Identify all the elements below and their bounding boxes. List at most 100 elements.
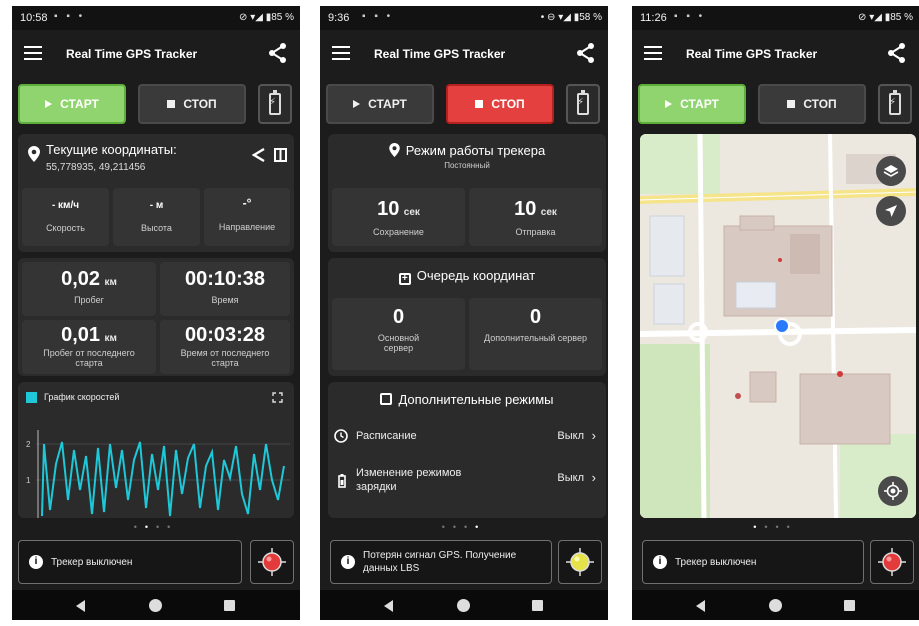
stop-label: СТОП <box>491 97 525 111</box>
main-server-tile: 0 Основной сервер <box>332 298 465 370</box>
share-icon[interactable] <box>268 42 288 64</box>
status-bar: 11:26 ▪ ▪ • ⊘ ▾◢ ▮85 % <box>632 6 919 30</box>
recents-icon[interactable] <box>224 600 235 611</box>
center-map-button[interactable] <box>878 476 908 506</box>
coordinates-card: Текущие координаты: 55,778935, 49,211456… <box>18 134 294 252</box>
speed-chart <box>36 430 290 518</box>
time-since-start-label: Время от последнего старта <box>180 348 270 368</box>
send-interval-tile[interactable]: 10 сек Отправка <box>469 188 602 246</box>
navigation-arrow-icon <box>885 205 897 217</box>
extra-modes-icon <box>380 393 393 405</box>
location-pin-icon <box>389 143 400 157</box>
recents-icon[interactable] <box>844 600 855 611</box>
start-label: СТАРТ <box>368 97 407 111</box>
back-icon[interactable] <box>696 600 705 612</box>
home-icon[interactable] <box>457 599 470 612</box>
menu-icon[interactable] <box>24 46 42 60</box>
battery-mode-button[interactable] <box>878 84 912 124</box>
altitude-value: - м <box>149 200 164 211</box>
start-button[interactable]: СТАРТ <box>18 84 126 124</box>
mileage-value: 0,02 <box>61 268 101 290</box>
time-tile: 00:10:38 Время <box>160 262 290 316</box>
schedule-row[interactable]: Расписание Выкл › <box>328 422 606 452</box>
tracker-controls: СТАРТ СТОП <box>632 84 919 126</box>
start-button[interactable]: СТАРТ <box>326 84 434 124</box>
status-time: 11:26 <box>640 12 667 24</box>
tracker-mode-title: Режим работы трекера <box>405 143 546 158</box>
map-view[interactable] <box>640 134 916 518</box>
speed-series-line <box>41 441 285 517</box>
stop-button[interactable]: СТОП <box>446 84 554 124</box>
locate-target-button[interactable] <box>250 540 294 584</box>
recents-icon[interactable] <box>532 600 543 611</box>
battery-icon <box>269 90 281 115</box>
queue-title: Очередь координат <box>416 268 536 283</box>
target-red-icon <box>258 548 286 576</box>
coordinates-value: 55,778935, 49,211456 <box>46 162 146 173</box>
locate-target-button[interactable] <box>870 540 914 584</box>
tracker-status-text: Трекер выключен <box>675 556 757 568</box>
stop-icon <box>475 100 484 108</box>
battery-percent: 85 % <box>271 12 294 23</box>
stop-icon <box>787 100 796 108</box>
app-title: Real Time GPS Tracker <box>374 47 506 61</box>
speed-value: - км/ч <box>51 200 80 211</box>
menu-icon[interactable] <box>332 46 350 60</box>
chevron-right-icon: › <box>591 428 596 443</box>
share-coordinates-icon[interactable] <box>252 148 266 162</box>
save-interval-value: 10 <box>377 198 400 220</box>
home-icon[interactable] <box>149 599 162 612</box>
share-icon[interactable] <box>576 42 596 64</box>
menu-icon[interactable] <box>644 46 662 60</box>
save-interval-tile[interactable]: 10 сек Сохранение <box>332 188 465 246</box>
map-layers-button[interactable] <box>876 156 906 186</box>
coordinates-title: Текущие координаты: <box>46 142 177 157</box>
locate-target-button[interactable] <box>558 540 602 584</box>
time-since-start-value: 00:03:28 <box>184 324 266 346</box>
share-icon[interactable] <box>887 42 907 64</box>
altitude-tile: - м Высота <box>113 188 200 246</box>
extra-server-label: Дополнительный сервер <box>484 333 587 343</box>
start-button[interactable]: СТАРТ <box>638 84 746 124</box>
back-icon[interactable] <box>76 600 85 612</box>
extra-modes-card: Дополнительные режимы Расписание Выкл › … <box>328 382 606 518</box>
phone-screen-2: 9:36 ▪ ▪ • • ⊖ ▾◢ ▮58 % Real Time GPS Tr… <box>320 6 608 620</box>
app-bar: Real Time GPS Tracker <box>320 30 608 78</box>
charging-modes-row[interactable]: Изменение режимов зарядки Выкл › <box>328 462 606 502</box>
chevron-right-icon: › <box>591 470 596 485</box>
tracker-mode-card: Режим работы трекера Постоянный 10 сек С… <box>328 134 606 252</box>
stop-button[interactable]: СТОП <box>138 84 246 124</box>
app-title: Real Time GPS Tracker <box>686 47 818 61</box>
status-right: ⊘ ▾◢ ▮85 % <box>858 12 913 23</box>
battery-mode-button[interactable] <box>258 84 292 124</box>
back-icon[interactable] <box>384 600 393 612</box>
battery-mode-button[interactable] <box>566 84 600 124</box>
phone-screen-1: 10:58 ▪ ▪ • ⊘ ▾◢ ▮85 % Real Time GPS Tra… <box>12 6 300 620</box>
status-bar: 10:58 ▪ ▪ • ⊘ ▾◢ ▮85 % <box>12 6 300 30</box>
stop-icon <box>167 100 176 108</box>
notification-icons: ▪ ▪ • <box>674 11 706 22</box>
fullscreen-icon[interactable] <box>272 392 283 403</box>
target-yellow-icon <box>566 548 594 576</box>
send-interval-unit: сек <box>540 207 557 218</box>
schedule-label: Расписание <box>356 430 417 442</box>
mileage-tile: 0,02 км Пробег <box>22 262 156 316</box>
stop-label: СТОП <box>183 97 217 111</box>
main-server-label: Основной сервер <box>377 333 420 353</box>
info-icon: i <box>29 555 43 569</box>
my-location-arrow-button[interactable] <box>876 196 906 226</box>
chart-legend-label: График скоростей <box>44 392 120 402</box>
map-icon[interactable] <box>274 148 287 162</box>
play-icon <box>45 100 53 108</box>
target-red-icon <box>878 548 906 576</box>
send-interval-label: Отправка <box>515 227 556 237</box>
home-icon[interactable] <box>769 599 782 612</box>
battery-small-icon <box>338 474 346 488</box>
coordinate-queue-card: + Очередь координат 0 Основной сервер 0 Д… <box>328 258 606 376</box>
status-right: • ⊖ ▾◢ ▮58 % <box>540 12 602 23</box>
tracker-status-text: Трекер выключен <box>51 556 133 568</box>
battery-icon <box>577 90 589 115</box>
stop-button[interactable]: СТОП <box>758 84 866 124</box>
start-label: СТАРТ <box>680 97 719 111</box>
current-location-dot <box>774 318 790 334</box>
